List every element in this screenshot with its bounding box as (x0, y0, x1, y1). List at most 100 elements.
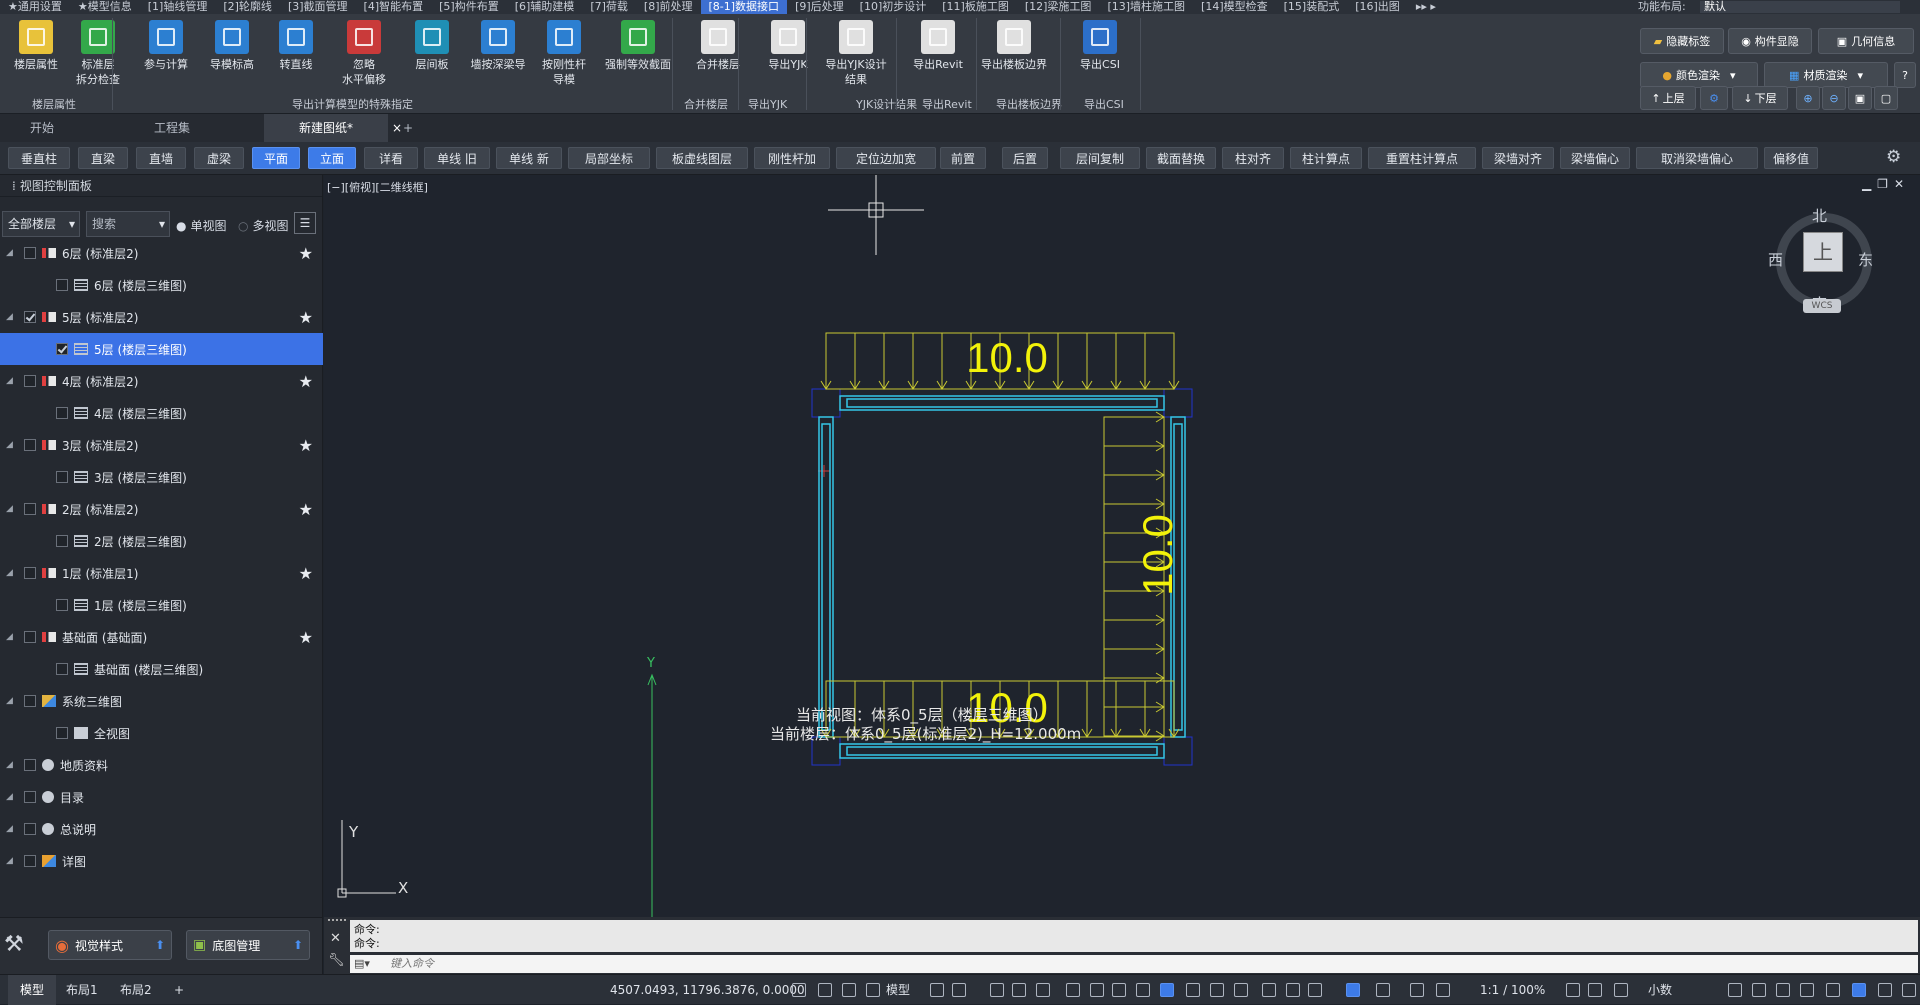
tree-item[interactable]: ◢ 详图 (0, 845, 323, 877)
checkbox[interactable] (24, 823, 36, 835)
menu-item[interactable]: ★模型信息 (70, 0, 140, 14)
multi-view-radio[interactable]: ○ 多视图 (238, 217, 289, 234)
layout-select[interactable]: 默认 (1700, 1, 1900, 13)
command-input[interactable]: ▤▾ 键入命令 (350, 955, 1918, 973)
star-icon[interactable]: ★ (299, 564, 313, 583)
expand-icon[interactable]: ◢ (6, 376, 13, 386)
tree-item[interactable]: ◢ 基础面 (基础面) ★ (0, 621, 323, 653)
panel-menu-button[interactable]: ☰ (294, 212, 316, 234)
expand-icon[interactable]: ◢ (6, 856, 13, 866)
toolbar-button[interactable]: 平面 (252, 147, 300, 169)
status-toggle-icon[interactable] (1160, 983, 1174, 997)
settings-gear-icon[interactable]: ⚙ (1886, 147, 1901, 167)
ribbon-button[interactable]: 参与计算 (132, 20, 200, 72)
toolbar-button[interactable]: 柱计算点 (1290, 147, 1362, 169)
toolbar-button[interactable]: 层间复制 (1060, 147, 1140, 169)
view-cube-top[interactable]: 上 (1803, 232, 1843, 272)
status-toggle-icon[interactable] (1346, 983, 1360, 997)
base-map-button[interactable]: ▣ 底图管理 ⬆ (186, 930, 310, 960)
component-display-button[interactable]: ◉ 构件显隐 (1728, 28, 1812, 54)
status-toggle-icon[interactable] (1902, 983, 1916, 997)
checkbox[interactable] (24, 439, 36, 451)
status-toggle-icon[interactable] (1436, 983, 1450, 997)
menu-item[interactable]: [14]模型检查 (1193, 0, 1276, 14)
menu-item[interactable]: [7]荷载 (582, 0, 636, 14)
toolbar-button[interactable]: 局部坐标 (568, 147, 650, 169)
toolbar-button[interactable]: 截面替换 (1146, 147, 1216, 169)
menu-item[interactable]: [11]板施工图 (934, 0, 1017, 14)
status-toggle-icon[interactable] (1826, 983, 1840, 997)
material-render-button[interactable]: ▦ 材质渲染 ▾ (1764, 62, 1888, 88)
tree-item[interactable]: 6层 (楼层三维图) (0, 269, 323, 301)
ribbon-button[interactable]: 导出Revit (904, 20, 972, 72)
menu-item[interactable]: [4]智能布置 (356, 0, 432, 14)
drawing-canvas[interactable]: [−][俯视][二维线框] ▁❐✕ Y X Y 10.0 10.0 10.0 北… (324, 175, 1920, 917)
status-toggle-icon[interactable] (1112, 983, 1126, 997)
tree-item[interactable]: 1层 (楼层三维图) (0, 589, 323, 621)
ribbon-button[interactable]: 强制等效截面 (604, 20, 672, 72)
star-icon[interactable]: ★ (299, 628, 313, 647)
model-space-toggle[interactable]: 模型 (886, 975, 910, 1005)
expand-icon[interactable]: ◢ (6, 632, 13, 642)
toolbar-button[interactable]: 板虚线图层 (656, 147, 748, 169)
status-toggle-icon[interactable] (952, 983, 966, 997)
toolbar-button[interactable]: 单线 新 (496, 147, 562, 169)
toolbar-button[interactable]: 梁墙偏心 (1560, 147, 1630, 169)
tree-item[interactable]: ◢ 6层 (标准层2) ★ (0, 237, 323, 269)
checkbox[interactable] (24, 695, 36, 707)
tree-item[interactable]: ◢ 3层 (标准层2) ★ (0, 429, 323, 461)
ribbon-button[interactable]: 导出YJK设计结果 (822, 20, 890, 87)
compass-north[interactable]: 北 (1812, 205, 1827, 226)
star-icon[interactable]: ★ (299, 372, 313, 391)
tree-item[interactable]: 4层 (楼层三维图) (0, 397, 323, 429)
compass-west[interactable]: 西 (1768, 249, 1783, 270)
tab-layout1[interactable]: 布局1 (66, 975, 98, 1005)
toolbar-button[interactable]: 定位边加宽 (836, 147, 936, 169)
geometry-info-button[interactable]: ▣ 几何信息 (1818, 28, 1914, 54)
expand-icon[interactable]: ◢ (6, 440, 13, 450)
menu-item[interactable]: ★通用设置 (0, 0, 70, 14)
status-toggle-icon[interactable] (1566, 983, 1580, 997)
checkbox[interactable] (24, 631, 36, 643)
status-toggle-icon[interactable] (1752, 983, 1766, 997)
ribbon-button[interactable]: 导出CSI (1066, 20, 1134, 72)
menu-item[interactable]: [12]梁施工图 (1017, 0, 1100, 14)
status-toggle-icon[interactable] (1262, 983, 1276, 997)
annotation-scale[interactable]: 1:1 / 100% (1480, 975, 1545, 1005)
tree-item[interactable]: ◢ 2层 (标准层2) ★ (0, 493, 323, 525)
add-tab-button[interactable]: + (398, 114, 418, 142)
status-toggle-icon[interactable] (1410, 983, 1424, 997)
status-toggle-icon[interactable] (792, 983, 806, 997)
close-icon[interactable]: ✕ (330, 931, 341, 946)
tree-item[interactable]: ◢ 目录 (0, 781, 323, 813)
menu-item[interactable]: [2]轮廓线 (215, 0, 280, 14)
status-toggle-icon[interactable] (1614, 983, 1628, 997)
tree-item[interactable]: 3层 (楼层三维图) (0, 461, 323, 493)
checkbox[interactable] (56, 663, 68, 675)
checkbox[interactable] (56, 599, 68, 611)
zoom-in-button[interactable]: ⊕ (1796, 86, 1820, 110)
search-input[interactable]: 搜索 ▾ (86, 211, 170, 237)
checkbox[interactable] (24, 759, 36, 771)
expand-icon[interactable]: ◢ (6, 248, 13, 258)
floor-settings-button[interactable]: ⚙ (1700, 86, 1728, 110)
checkbox[interactable] (24, 855, 36, 867)
wcs-button[interactable]: WCS (1803, 299, 1841, 313)
toolbar-button[interactable]: 直梁 (78, 147, 128, 169)
ribbon-button[interactable]: 标准层 拆分检查 (64, 20, 132, 87)
toolbar-button[interactable]: 偏移值 (1764, 147, 1818, 169)
checkbox[interactable] (56, 407, 68, 419)
tab-model[interactable]: 模型 (8, 975, 57, 1005)
star-icon[interactable]: ★ (299, 500, 313, 519)
status-toggle-icon[interactable] (1036, 983, 1050, 997)
expand-icon[interactable]: ◢ (6, 504, 13, 514)
tools-icon[interactable]: ⚒ (4, 932, 24, 957)
status-toggle-icon[interactable] (866, 983, 880, 997)
menu-item[interactable]: [16]出图 (1347, 0, 1408, 14)
zoom-extents-button[interactable]: ▢ (1874, 86, 1898, 110)
star-icon[interactable]: ★ (299, 308, 313, 327)
menu-more-icon[interactable]: ▸▸ ▸ (1408, 0, 1444, 14)
checkbox[interactable] (56, 727, 68, 739)
expand-icon[interactable]: ◢ (6, 760, 13, 770)
status-toggle-icon[interactable] (1800, 983, 1814, 997)
